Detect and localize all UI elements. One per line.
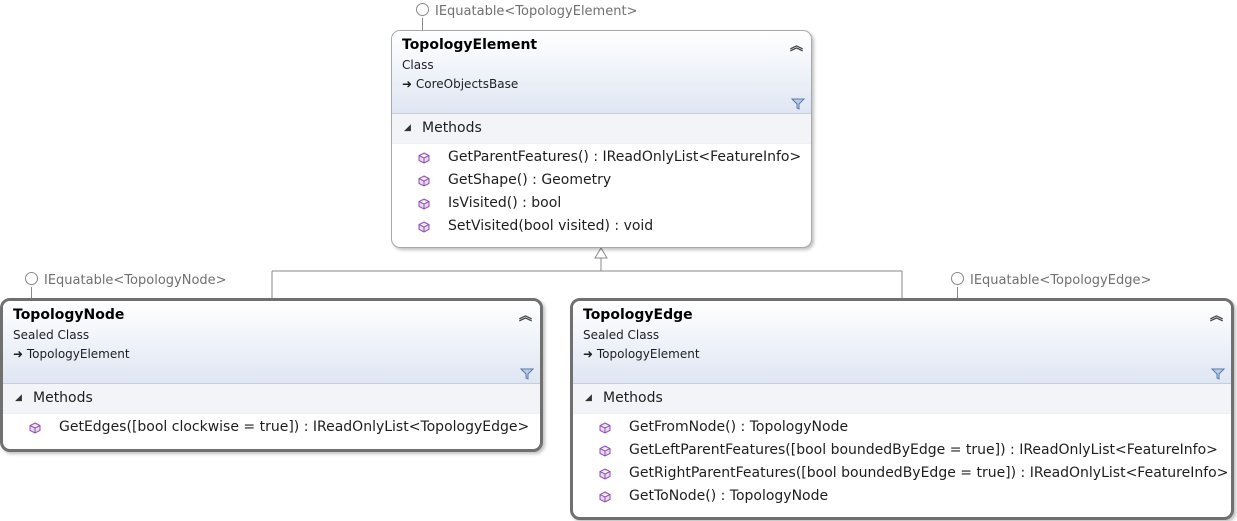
class-header[interactable]: TopologyNode Sealed Class ➜ TopologyElem… bbox=[3, 301, 540, 384]
interface-lollipop-icon bbox=[951, 272, 964, 285]
base-class-name: TopologyElement bbox=[596, 347, 700, 361]
class-name: TopologyEdge bbox=[583, 307, 693, 323]
class-shape-topology-element[interactable]: TopologyElement Class ➜ CoreObjectsBase … bbox=[391, 30, 812, 248]
method-row[interactable]: GetShape() : Geometry bbox=[392, 170, 811, 193]
methods-section-header[interactable]: ◢ Methods bbox=[573, 384, 1231, 414]
method-row[interactable]: IsVisited() : bool bbox=[392, 193, 811, 216]
interface-lollipop-element: IEquatable<TopologyElement> bbox=[416, 3, 638, 30]
methods-section-header[interactable]: ◢ Methods bbox=[392, 114, 811, 144]
expand-triangle-icon[interactable]: ◢ bbox=[585, 393, 592, 403]
method-cube-icon bbox=[599, 422, 611, 434]
method-signature: GetEdges([bool clockwise = true]) : IRea… bbox=[59, 419, 530, 435]
interface-lollipop-edge: IEquatable<TopologyEdge> bbox=[951, 272, 1152, 299]
inherits-arrow-icon: ➜ bbox=[402, 77, 413, 91]
member-list: GetFromNode() : TopologyNode GetLeftPare… bbox=[573, 414, 1231, 509]
method-cube-icon bbox=[599, 445, 611, 457]
inherits-arrow-icon: ➜ bbox=[583, 347, 594, 361]
base-class: ➜ TopologyElement bbox=[13, 347, 130, 361]
class-name: TopologyNode bbox=[13, 307, 125, 323]
method-cube-icon bbox=[418, 221, 430, 233]
filter-icon[interactable] bbox=[1211, 367, 1225, 381]
method-signature: GetShape() : Geometry bbox=[448, 172, 612, 188]
section-label: Methods bbox=[603, 390, 663, 406]
method-row[interactable]: GetParentFeatures() : IReadOnlyList<Feat… bbox=[392, 147, 811, 170]
method-row[interactable]: GetToNode() : TopologyNode bbox=[573, 486, 1231, 509]
filter-icon[interactable] bbox=[791, 97, 805, 111]
method-signature: GetRightParentFeatures([bool boundedByEd… bbox=[629, 465, 1229, 481]
class-name: TopologyElement bbox=[402, 37, 538, 53]
inheritance-arrow-icon bbox=[594, 247, 608, 259]
filter-icon[interactable] bbox=[520, 367, 534, 381]
base-class-name: CoreObjectsBase bbox=[415, 77, 519, 91]
interface-lollipop-node: IEquatable<TopologyNode> bbox=[25, 272, 227, 299]
interface-label: IEquatable<TopologyEdge> bbox=[970, 273, 1152, 288]
class-header[interactable]: TopologyElement Class ➜ CoreObjectsBase … bbox=[392, 31, 811, 114]
member-list: GetEdges([bool clockwise = true]) : IRea… bbox=[3, 414, 540, 440]
method-row[interactable]: GetRightParentFeatures([bool boundedByEd… bbox=[573, 463, 1231, 486]
base-class: ➜ CoreObjectsBase bbox=[402, 77, 518, 91]
section-label: Methods bbox=[33, 390, 93, 406]
expand-triangle-icon[interactable]: ◢ bbox=[404, 123, 411, 133]
method-signature: SetVisited(bool visited) : void bbox=[448, 218, 654, 234]
method-cube-icon bbox=[418, 152, 430, 164]
method-cube-icon bbox=[599, 468, 611, 480]
section-label: Methods bbox=[422, 120, 482, 136]
method-cube-icon bbox=[418, 198, 430, 210]
method-signature: GetFromNode() : TopologyNode bbox=[629, 419, 849, 435]
double-chevron-up-icon[interactable]: ︽ bbox=[1210, 305, 1223, 324]
method-cube-icon bbox=[29, 422, 41, 434]
class-stereotype: Sealed Class bbox=[583, 328, 660, 342]
interface-label: IEquatable<TopologyElement> bbox=[435, 4, 638, 19]
method-signature: GetParentFeatures() : IReadOnlyList<Feat… bbox=[448, 149, 802, 165]
inherits-arrow-icon: ➜ bbox=[13, 347, 24, 361]
class-shape-topology-edge[interactable]: TopologyEdge Sealed Class ➜ TopologyElem… bbox=[570, 298, 1234, 520]
interface-lollipop-icon bbox=[25, 272, 38, 285]
class-shape-topology-node[interactable]: TopologyNode Sealed Class ➜ TopologyElem… bbox=[0, 298, 543, 452]
double-chevron-up-icon[interactable]: ︽ bbox=[519, 305, 532, 324]
double-chevron-up-icon[interactable]: ︽ bbox=[790, 35, 803, 54]
method-signature: GetLeftParentFeatures([bool boundedByEdg… bbox=[629, 442, 1218, 458]
method-signature: GetToNode() : TopologyNode bbox=[629, 488, 829, 504]
base-class: ➜ TopologyElement bbox=[583, 347, 700, 361]
interface-lollipop-icon bbox=[416, 3, 429, 16]
method-row[interactable]: GetEdges([bool clockwise = true]) : IRea… bbox=[3, 417, 540, 440]
base-class-name: TopologyElement bbox=[26, 347, 130, 361]
interface-label: IEquatable<TopologyNode> bbox=[44, 273, 227, 288]
method-cube-icon bbox=[599, 491, 611, 503]
method-cube-icon bbox=[418, 175, 430, 187]
member-list: GetParentFeatures() : IReadOnlyList<Feat… bbox=[392, 144, 811, 239]
class-stereotype: Sealed Class bbox=[13, 328, 90, 342]
expand-triangle-icon[interactable]: ◢ bbox=[15, 393, 22, 403]
methods-section-header[interactable]: ◢ Methods bbox=[3, 384, 540, 414]
class-stereotype: Class bbox=[402, 58, 434, 72]
method-row[interactable]: GetFromNode() : TopologyNode bbox=[573, 417, 1231, 440]
method-row[interactable]: SetVisited(bool visited) : void bbox=[392, 216, 811, 239]
method-row[interactable]: GetLeftParentFeatures([bool boundedByEdg… bbox=[573, 440, 1231, 463]
method-signature: IsVisited() : bool bbox=[448, 195, 562, 211]
class-header[interactable]: TopologyEdge Sealed Class ➜ TopologyElem… bbox=[573, 301, 1231, 384]
